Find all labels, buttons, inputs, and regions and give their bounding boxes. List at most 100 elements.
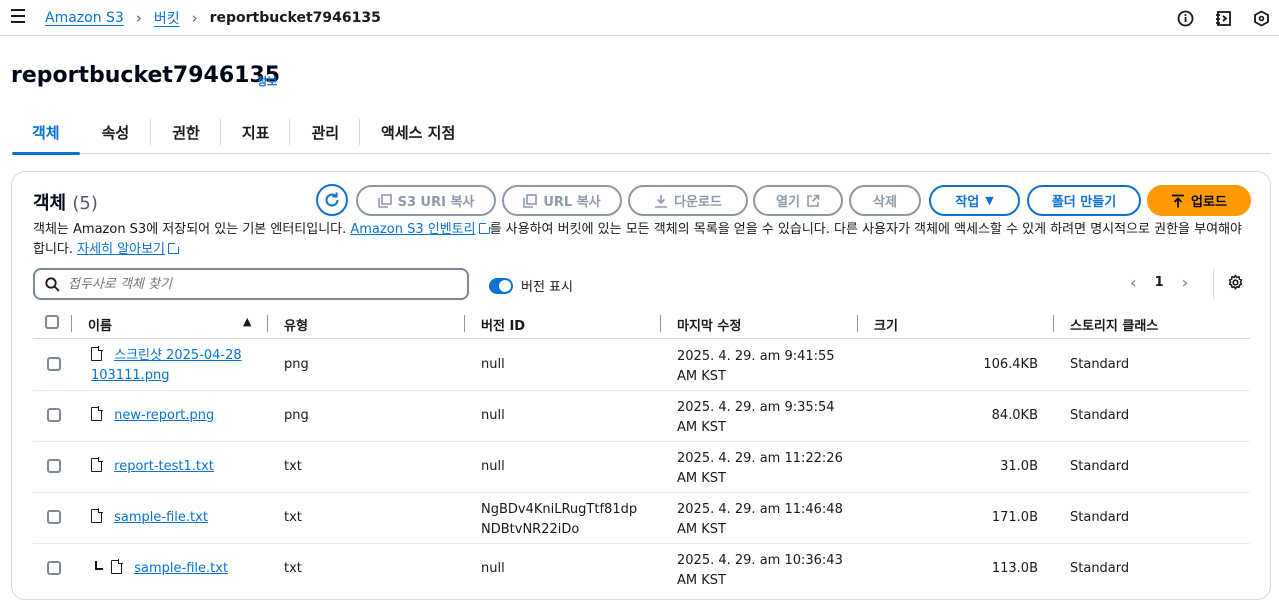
object-size: 31.0B xyxy=(1000,459,1038,474)
external-link-icon xyxy=(807,194,820,207)
row-checkbox[interactable] xyxy=(47,357,61,371)
sort-ascending-icon[interactable]: ▲ xyxy=(243,315,251,328)
inventory-link[interactable]: Amazon S3 인벤토리 xyxy=(350,222,475,237)
tab-metrics[interactable]: 지표 xyxy=(221,110,290,154)
tab-objects[interactable]: 객체 xyxy=(12,110,80,155)
object-type: txt xyxy=(284,459,302,474)
copy-icon xyxy=(523,193,538,208)
download-label: 다운로드 xyxy=(674,195,722,210)
top-bar: Amazon S3 › 버킷 › reportbucket7946135 xyxy=(0,0,1279,36)
actions-label: 작업 xyxy=(955,195,980,210)
search-input[interactable] xyxy=(68,276,448,292)
breadcrumb: Amazon S3 › 버킷 › reportbucket7946135 xyxy=(45,8,381,28)
row-checkbox[interactable] xyxy=(47,510,61,524)
storage-class: Standard xyxy=(1070,510,1130,525)
object-size: 113.0B xyxy=(991,561,1038,576)
last-modified: 2025. 4. 29. am 11:22:26 AM KST xyxy=(677,451,843,486)
tab-label: 지표 xyxy=(241,123,270,142)
upload-button[interactable]: 업로드 xyxy=(1147,185,1251,216)
shield-icon[interactable] xyxy=(1249,6,1273,30)
objects-panel: 객체 (5) S3 URI 복사 URL 복사 다운로드 열기 삭제 작업 ▼ … xyxy=(11,171,1271,600)
show-versions-control: 버전 표시 xyxy=(489,276,573,295)
copy-s3-uri-label: S3 URI 복사 xyxy=(397,195,475,210)
show-versions-toggle[interactable] xyxy=(489,277,513,294)
row-checkbox[interactable] xyxy=(47,459,61,473)
column-divider xyxy=(71,315,72,332)
object-name-link[interactable]: 스크린샷 2025-04-28 103111.png xyxy=(91,348,242,383)
notes-icon[interactable] xyxy=(1211,6,1235,30)
file-icon xyxy=(91,406,103,421)
checkbox[interactable] xyxy=(47,510,61,524)
column-divider xyxy=(857,315,858,332)
copy-url-label: URL 복사 xyxy=(543,195,601,210)
checkbox[interactable] xyxy=(47,408,61,422)
file-icon xyxy=(91,508,103,523)
column-header-version-id[interactable]: 버전 ID xyxy=(481,315,525,334)
checkbox[interactable] xyxy=(45,315,59,329)
tab-label: 객체 xyxy=(32,123,60,142)
object-name-link[interactable]: new-report.png xyxy=(114,408,214,423)
object-type: txt xyxy=(284,561,302,576)
select-all-checkbox[interactable] xyxy=(45,315,59,329)
checkbox[interactable] xyxy=(47,561,61,575)
create-folder-label: 폴더 만들기 xyxy=(1051,195,1117,210)
row-checkbox[interactable] xyxy=(47,561,61,575)
open-label: 열기 xyxy=(776,195,800,210)
refresh-button[interactable] xyxy=(316,184,348,216)
object-name-link[interactable]: sample-file.txt xyxy=(114,510,208,525)
column-divider xyxy=(1053,315,1054,332)
tab-properties[interactable]: 속성 xyxy=(80,110,151,154)
info-link[interactable]: 정보 xyxy=(257,73,277,89)
column-header-storage-class[interactable]: 스토리지 클래스 xyxy=(1070,315,1158,334)
page-title: reportbucket7946135 xyxy=(11,63,281,88)
copy-s3-uri-button[interactable]: S3 URI 복사 xyxy=(356,185,496,216)
column-header-last-modified[interactable]: 마지막 수정 xyxy=(677,315,741,334)
table-row: 스크린샷 2025-04-28 103111.png png null 2025… xyxy=(33,340,1250,391)
objects-heading: 객체 (5) xyxy=(33,189,98,215)
settings-gear-icon[interactable] xyxy=(1227,274,1244,295)
tab-permissions[interactable]: 권한 xyxy=(151,110,220,154)
column-header-type[interactable]: 유형 xyxy=(284,315,308,334)
checkbox[interactable] xyxy=(47,459,61,473)
last-modified: 2025. 4. 29. am 9:35:54 AM KST xyxy=(677,400,835,435)
storage-class: Standard xyxy=(1070,357,1130,372)
storage-class: Standard xyxy=(1070,408,1130,423)
object-type: txt xyxy=(284,510,302,525)
breadcrumb-buckets[interactable]: 버킷 xyxy=(154,8,180,28)
actions-button[interactable]: 작업 ▼ xyxy=(929,185,1020,216)
tab-label: 관리 xyxy=(311,123,340,142)
download-button[interactable]: 다운로드 xyxy=(628,185,748,216)
column-divider xyxy=(267,315,268,332)
objects-count: (5) xyxy=(72,193,98,214)
object-name-link[interactable]: report-test1.txt xyxy=(114,459,214,474)
open-button[interactable]: 열기 xyxy=(753,185,843,216)
create-folder-button[interactable]: 폴더 만들기 xyxy=(1027,185,1141,216)
breadcrumb-amazon-s3[interactable]: Amazon S3 xyxy=(45,10,124,26)
file-icon xyxy=(91,346,103,361)
checkbox[interactable] xyxy=(47,357,61,371)
copy-url-button[interactable]: URL 복사 xyxy=(502,185,622,216)
column-header-size[interactable]: 크기 xyxy=(874,315,898,334)
object-type: png xyxy=(284,357,309,372)
chevron-left-icon[interactable]: ‹ xyxy=(1130,273,1137,292)
object-name-link[interactable]: sample-file.txt xyxy=(134,561,228,576)
objects-title: 객체 xyxy=(33,193,67,214)
search-box[interactable] xyxy=(33,268,469,300)
learn-more-link[interactable]: 자세히 알아보기 xyxy=(77,242,165,257)
tab-management[interactable]: 관리 xyxy=(290,110,359,154)
delete-button[interactable]: 삭제 xyxy=(849,185,921,216)
tab-label: 속성 xyxy=(101,123,130,142)
info-icon[interactable] xyxy=(1173,6,1197,30)
column-header-name[interactable]: 이름 xyxy=(88,315,112,334)
tab-access-points[interactable]: 액세스 지점 xyxy=(360,110,475,154)
description-text: 객체는 Amazon S3에 저장되어 있는 기본 엔터티입니다. xyxy=(33,222,351,237)
chevron-right-icon[interactable]: › xyxy=(1182,273,1189,292)
menu-icon[interactable] xyxy=(11,9,25,25)
storage-class: Standard xyxy=(1070,561,1130,576)
version-id: NgBDv4KniLRugTtf81dpNDBtvNR22iDo xyxy=(481,502,638,537)
file-icon xyxy=(91,457,103,472)
row-checkbox[interactable] xyxy=(47,408,61,422)
table-header: 이름 ▲ 유형 버전 ID 마지막 수정 크기 스토리지 클래스 xyxy=(33,309,1250,339)
page-number[interactable]: 1 xyxy=(1155,275,1164,290)
file-icon xyxy=(111,559,124,574)
